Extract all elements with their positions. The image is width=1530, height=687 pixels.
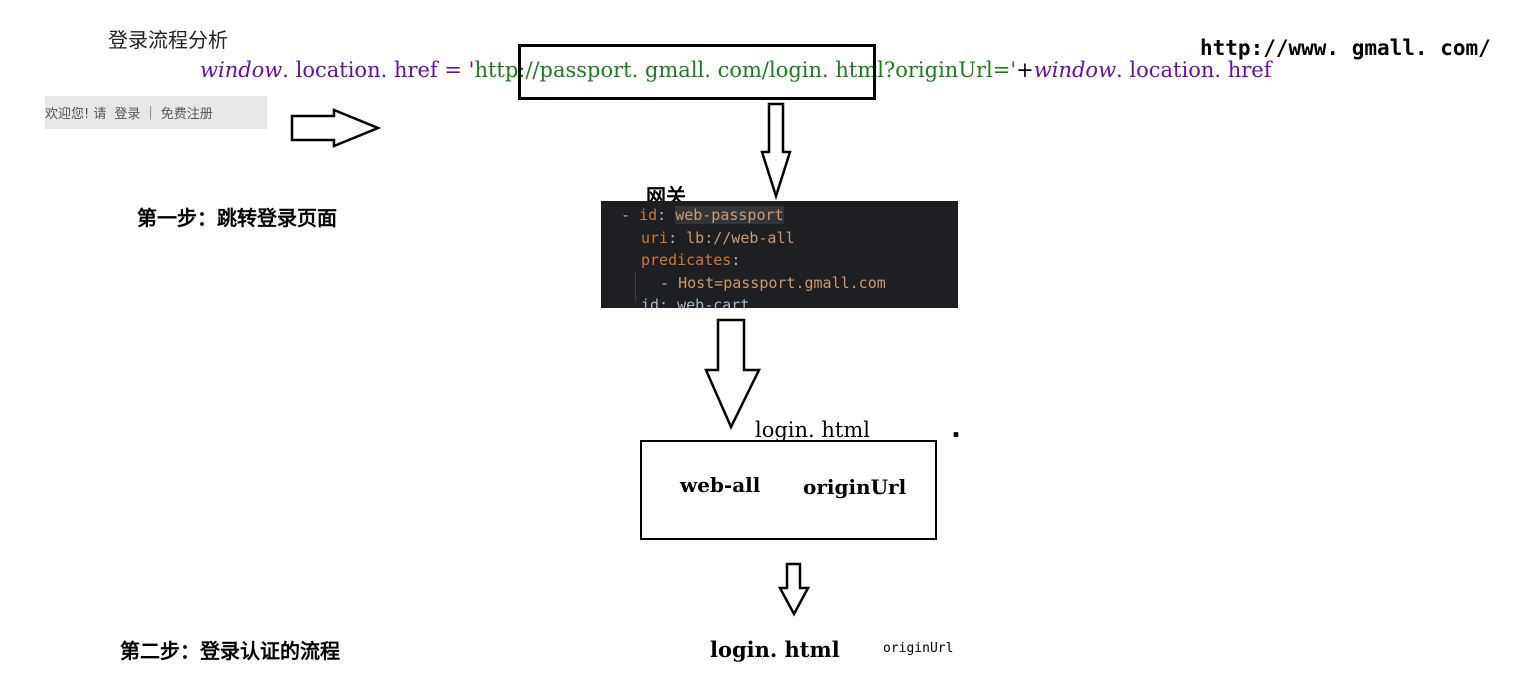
down-arrow-icon [704, 318, 762, 430]
code-line-2: uri: lb://web-all [601, 227, 958, 250]
location-href-text: . location. href = ' [282, 58, 475, 82]
separator: | [148, 105, 153, 120]
gmall-url-label: http://www. gmall. com/ [1200, 36, 1491, 60]
register-link[interactable]: 免费注册 [161, 103, 213, 122]
code-value-uri: lb://web-all [686, 228, 795, 247]
code-dash: - [621, 206, 640, 224]
page-title: 登录流程分析 [108, 28, 228, 52]
code-key-id: id [639, 206, 658, 224]
code-line-3: predicates: [601, 249, 958, 272]
right-arrow-icon [290, 108, 382, 148]
code-colon: : [668, 228, 687, 247]
gateway-config-code: - id: web-passport uri: lb://web-all pre… [601, 201, 958, 308]
login-bar-screenshot: 欢迎您! 请 登录 | 免费注册 [45, 96, 267, 129]
location-href-text-2: . location. href [1116, 58, 1272, 82]
code-key-uri: uri [641, 228, 669, 247]
web-all-label: web-all [680, 473, 761, 497]
plus-operator: + [1016, 58, 1034, 82]
url-highlight-box [518, 44, 876, 100]
origin-url-label: originUrl [803, 475, 907, 499]
code-key-predicates: predicates [641, 251, 732, 269]
login-link[interactable]: 登录 [114, 103, 140, 122]
code-colon: : [657, 206, 676, 224]
down-arrow-icon [777, 562, 811, 617]
code-dash: - [660, 273, 679, 292]
welcome-text: 欢迎您! 请 [45, 107, 107, 122]
origin-url-small-label: originUrl [883, 641, 954, 656]
step-one-label: 第一步：跳转登录页面 [137, 206, 337, 230]
code-line-5: id: web-cart [641, 296, 750, 308]
code-colon: : [731, 251, 741, 269]
code-line-4: - Host=passport.gmall.com [601, 272, 958, 295]
window-keyword: window [200, 58, 283, 82]
code-line-1: - id: web-passport [601, 204, 958, 227]
code-value-host: Host=passport.gmall.com [678, 273, 886, 292]
login-html-label-2: login. html [710, 637, 840, 662]
step-two-label: 第二步：登录认证的流程 [120, 639, 340, 663]
login-html-label: login. html [755, 418, 870, 442]
down-arrow-icon [760, 102, 792, 201]
code-value-id: web-passport [675, 206, 784, 224]
window-keyword-2: window [1033, 58, 1117, 82]
dot-mark: . [951, 414, 961, 444]
